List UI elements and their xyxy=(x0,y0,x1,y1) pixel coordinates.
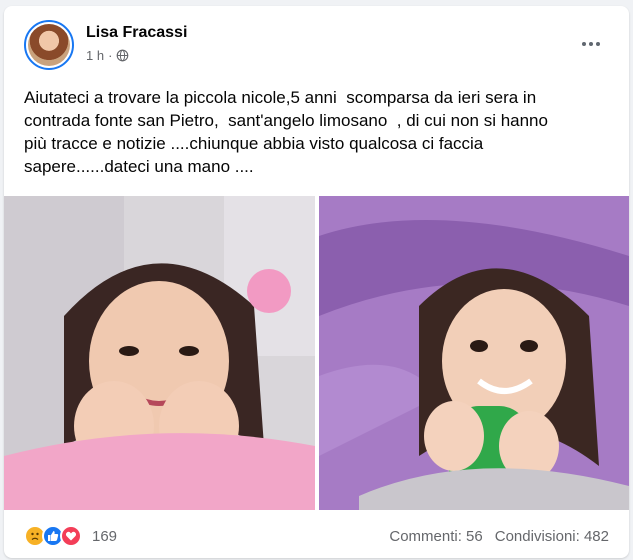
photo-right[interactable] xyxy=(319,196,629,510)
avatar-image xyxy=(28,24,70,66)
post-footer: 169 Commenti: 56 Condivisioni: 482 xyxy=(24,522,609,550)
post-text: Aiutateci a trovare la piccola nicole,5 … xyxy=(24,88,548,176)
post-meta: 1 h · xyxy=(86,48,129,63)
more-dot xyxy=(589,42,593,46)
post-header: Lisa Fracassi 1 h · xyxy=(24,20,609,72)
post-time[interactable]: 1 h xyxy=(86,48,104,63)
child-photo-purple-blanket xyxy=(319,196,629,510)
reactions-summary[interactable]: 169 xyxy=(24,525,117,547)
love-reaction-icon xyxy=(60,525,82,547)
post-card: Lisa Fracassi 1 h · Aiutateci a trovare … xyxy=(4,6,629,558)
child-photo-pink-shirt xyxy=(4,196,315,510)
comments-count[interactable]: Commenti: 56 xyxy=(389,528,482,545)
globe-icon[interactable] xyxy=(116,49,129,62)
shares-count[interactable]: Condivisioni: 482 xyxy=(495,528,609,545)
meta-separator: · xyxy=(108,48,113,63)
author-name[interactable]: Lisa Fracassi xyxy=(86,24,187,42)
more-options-icon[interactable] xyxy=(573,26,609,62)
photo-left[interactable] xyxy=(4,196,315,510)
reaction-count[interactable]: 169 xyxy=(92,528,117,545)
post-stats: Commenti: 56 Condivisioni: 482 xyxy=(389,528,609,545)
more-dot xyxy=(582,42,586,46)
more-dot xyxy=(596,42,600,46)
avatar[interactable] xyxy=(24,20,74,70)
photo-grid xyxy=(4,196,629,510)
